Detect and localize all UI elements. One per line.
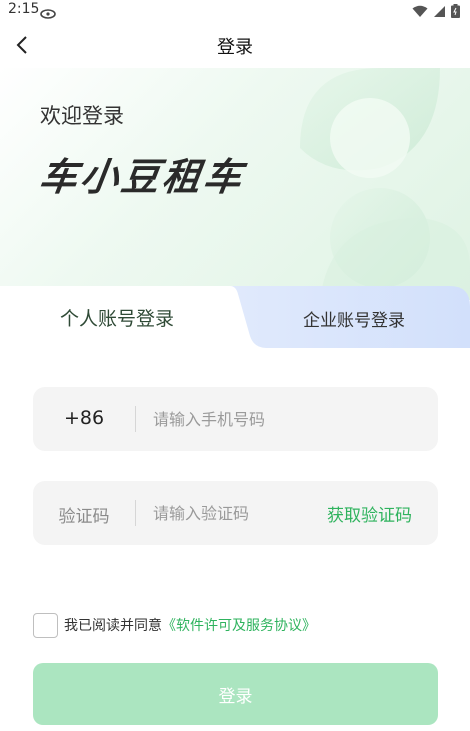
brand-name: 车小豆租车	[36, 155, 248, 199]
login-button[interactable]: 登录	[33, 663, 438, 725]
wifi-icon	[412, 3, 428, 22]
login-type-tabs: 个人账号登录 企业账号登录	[0, 286, 470, 356]
tab-enterprise-account[interactable]: 企业账号登录	[268, 306, 440, 331]
page-title: 登录	[217, 37, 253, 58]
welcome-text: 欢迎登录	[40, 104, 124, 128]
agree-checkbox[interactable]	[33, 612, 58, 638]
tab-personal-account[interactable]: 个人账号登录	[24, 304, 210, 331]
welcome-banner: 欢迎登录 车小豆租车	[0, 68, 470, 300]
code-input[interactable]	[153, 497, 333, 529]
country-code[interactable]: +86	[33, 407, 135, 429]
code-label: 验证码	[58, 507, 110, 527]
battery-icon	[451, 3, 460, 22]
agreement-row: 我已阅读并同意 《软件许可及服务协议》	[33, 612, 316, 638]
agree-text: 我已阅读并同意	[64, 618, 162, 634]
verification-code-field: 验证码 获取验证码	[33, 481, 438, 545]
phone-field: +86	[33, 387, 438, 451]
status-bar: 2:15	[0, 0, 470, 22]
field-divider	[135, 406, 136, 432]
status-time: 2:15	[8, 1, 40, 17]
cloud-icon	[40, 4, 56, 23]
signal-icon	[433, 3, 446, 22]
nav-bar: 登录	[0, 22, 470, 68]
agreement-link[interactable]: 《软件许可及服务协议》	[162, 615, 316, 635]
phone-input[interactable]	[153, 403, 413, 435]
get-code-button[interactable]: 获取验证码	[327, 501, 412, 526]
field-divider	[135, 500, 136, 526]
status-icons	[412, 3, 460, 22]
